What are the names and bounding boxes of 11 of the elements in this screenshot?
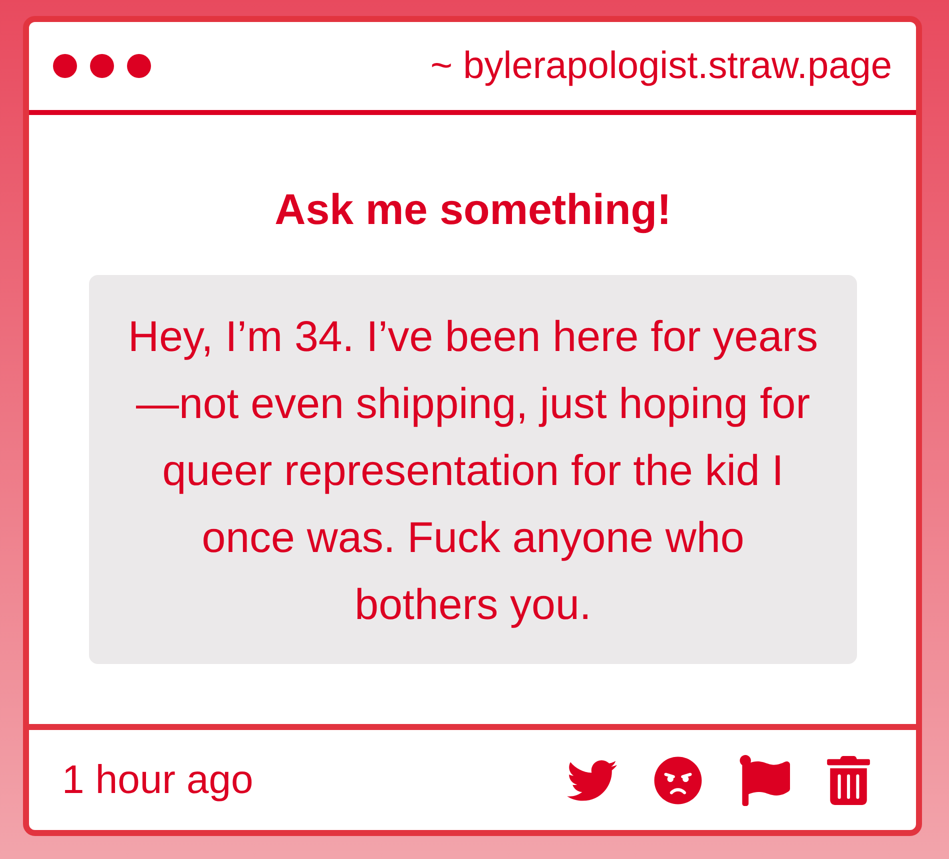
trash-icon[interactable] — [827, 756, 870, 804]
bird-icon[interactable] — [567, 760, 617, 800]
angry-face-icon[interactable] — [654, 756, 702, 804]
window-dot-icon — [53, 54, 77, 78]
timestamp: 1 hour ago — [62, 758, 254, 802]
flag-icon[interactable] — [739, 754, 790, 806]
page-address: ~ bylerapologist.straw.page — [430, 44, 892, 88]
window-dot-icon — [90, 54, 114, 78]
window-dot-icon — [127, 54, 151, 78]
message-text: Hey, I’m 34. I’ve been here for years—not even shipping, just hoping for queer representation for the kid I once was. Fuck anyone who bothers you. — [127, 312, 819, 631]
page-title: Ask me something! — [274, 186, 672, 234]
